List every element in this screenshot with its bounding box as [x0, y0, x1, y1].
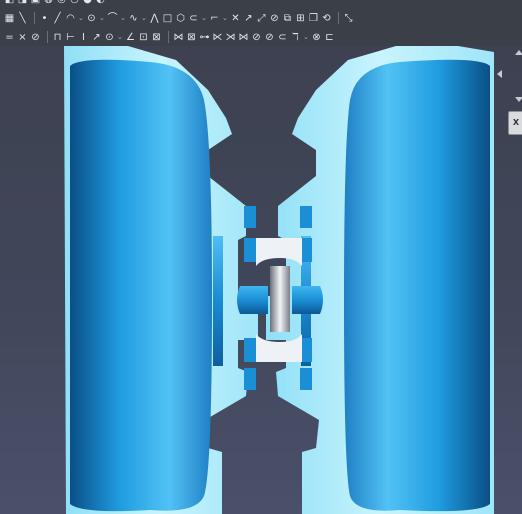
shaft[interactable]: [270, 266, 290, 332]
cube-arrow-left-icon[interactable]: [497, 70, 502, 78]
dropdown-arrow-icon[interactable]: ⌄: [201, 12, 207, 25]
line-icon[interactable]: ╱: [52, 12, 63, 25]
horizontal-distance-icon[interactable]: ⊢: [65, 31, 76, 44]
cube-arrow-down-icon[interactable]: [515, 97, 522, 102]
trim-icon[interactable]: ✕: [230, 12, 241, 25]
dropdown-arrow-icon[interactable]: ⌄: [303, 31, 309, 44]
toolbar-separator: [168, 31, 169, 43]
pad-icon[interactable]: ◨: [17, 0, 28, 6]
view-sketch-icon[interactable]: ▦: [4, 12, 15, 25]
fillet-sketch-icon[interactable]: ⌐: [209, 12, 220, 25]
extend-icon[interactable]: ↗: [243, 12, 254, 25]
wheel-left[interactable]: [70, 59, 212, 512]
split-icon[interactable]: ⤢: [256, 12, 267, 25]
select-redundant-icon[interactable]: ⋈: [238, 31, 249, 44]
fillet-icon[interactable]: ◔: [69, 0, 80, 6]
merge-sketch-icon[interactable]: ⊂: [277, 31, 288, 44]
reference-constraint-icon[interactable]: ⊠: [151, 31, 162, 44]
toolbar-sketcher-constraints: = × ⊘ ⊓ ⊢ I ↗ ⊙ ⌄ ∠ ⊡ ⊠ ⋈ ⊠ ⊶ ⋉ ⋊ ⋈ ⊘ ⊘ ⊂ ℸ ⌄ ⊗ ⊏: [0, 29, 522, 45]
navigation-cube[interactable]: X: [495, 108, 522, 138]
dropdown-arrow-icon[interactable]: ⌄: [222, 12, 228, 25]
3d-viewport[interactable]: X: [0, 46, 522, 514]
clone-icon[interactable]: ❐: [308, 12, 319, 25]
axle-bolt-right[interactable]: [292, 286, 323, 314]
dropdown-arrow-icon[interactable]: ⌄: [120, 12, 126, 25]
slot-upper-left[interactable]: [244, 238, 256, 262]
section-view-icon[interactable]: ⊏: [324, 31, 335, 44]
show-hide-icon[interactable]: ⊘: [251, 31, 262, 44]
carbon-copy-icon[interactable]: ⧉: [282, 12, 293, 25]
restore-view-icon[interactable]: ⊗: [311, 31, 322, 44]
conic-icon[interactable]: ⌒: [107, 12, 118, 25]
dropdown-arrow-icon[interactable]: ⌄: [78, 12, 84, 25]
hub-face-left[interactable]: [213, 236, 223, 366]
slot-lower-left[interactable]: [244, 338, 256, 362]
construction-mode-icon[interactable]: ⊞: [295, 12, 306, 25]
angle-constraint-icon[interactable]: ∠: [125, 31, 136, 44]
vertical-distance-icon[interactable]: I: [78, 31, 89, 44]
axle-bolt-left[interactable]: [237, 286, 268, 314]
toolbar-separator: [47, 31, 48, 43]
mirror-sketch-icon[interactable]: ℸ: [290, 31, 301, 44]
select-constraints-icon[interactable]: ⋈: [173, 31, 184, 44]
external-geometry-icon[interactable]: ⊘: [269, 12, 280, 25]
point-on-object-icon[interactable]: ×: [17, 31, 28, 44]
distance-constraint-icon[interactable]: ↗: [91, 31, 102, 44]
wheel-right[interactable]: [344, 59, 490, 512]
vertical-constraint-icon[interactable]: ⊘: [30, 31, 41, 44]
groove-icon[interactable]: ◎: [56, 0, 67, 6]
arc-icon[interactable]: ◠: [65, 12, 76, 25]
polygon-icon[interactable]: ⬡: [175, 12, 186, 25]
move-icon[interactable]: ⟲: [321, 12, 332, 25]
polyline-icon[interactable]: ⋀: [149, 12, 160, 25]
sketch-icon[interactable]: ◧: [4, 0, 15, 6]
pocket-upper-left[interactable]: [244, 206, 256, 228]
pocket-upper-right[interactable]: [300, 206, 312, 228]
toolbar-separator: [338, 12, 339, 24]
revolve-icon[interactable]: ◍: [43, 0, 54, 6]
select-origin-icon[interactable]: ⊠: [186, 31, 197, 44]
leave-sketch-icon[interactable]: ╲: [17, 12, 28, 25]
slot-icon[interactable]: ⊂: [188, 12, 199, 25]
dropdown-arrow-icon[interactable]: ⌄: [117, 31, 123, 44]
toolbar-area: ◧◨▣◍◎◔◕◐ ▦╲•╱◠⌄⊙⌄⌒⌄∿⌄⋀□⬡⊂⌄⌐⌄✕↗⤢⊘⧉⊞❐⟲⤡ =×…: [0, 0, 522, 46]
toolbar-partdesign: ◧◨▣◍◎◔◕◐: [0, 0, 522, 7]
chamfer-icon[interactable]: ◕: [82, 0, 93, 6]
select-conflicting-icon[interactable]: ⋊: [225, 31, 236, 44]
radius-constraint-icon[interactable]: ⊙: [104, 31, 115, 44]
nav-cube-icon[interactable]: X: [508, 111, 522, 135]
validate-sketch-icon[interactable]: ⊘: [264, 31, 275, 44]
bspline-icon[interactable]: ∿: [128, 12, 139, 25]
circle-icon[interactable]: ⊙: [86, 12, 97, 25]
toggle-construction-icon[interactable]: ⤡: [343, 12, 354, 25]
part-model[interactable]: [0, 46, 522, 514]
pocket-lower-right[interactable]: [300, 368, 312, 390]
cube-arrow-up-icon[interactable]: [515, 50, 522, 55]
toolbar-sketcher-geometry: ▦ ╲ • ╱ ◠ ⌄ ⊙ ⌄ ⌒ ⌄ ∿ ⌄ ⋀ □ ⬡ ⊂ ⌄ ⌐ ⌄ ✕ ↗ ⤢ ⊘ ⧉ ⊞ ❐ ⟲ ⤡: [0, 10, 522, 26]
toggle-driving-icon[interactable]: ⊡: [138, 31, 149, 44]
rectangle-icon[interactable]: □: [162, 12, 173, 25]
pocket-icon[interactable]: ▣: [30, 0, 41, 6]
point-icon[interactable]: •: [39, 12, 50, 25]
pocket-lower-left[interactable]: [244, 368, 256, 390]
coincident-constraint-icon[interactable]: =: [4, 31, 15, 44]
mirror-icon[interactable]: ◐: [95, 0, 106, 6]
dropdown-arrow-icon[interactable]: ⌄: [99, 12, 105, 25]
select-elements-icon[interactable]: ⋉: [212, 31, 223, 44]
lock-constraint-icon[interactable]: ⊓: [52, 31, 63, 44]
dropdown-arrow-icon[interactable]: ⌄: [141, 12, 147, 25]
select-axis-icon[interactable]: ⊶: [199, 31, 210, 44]
toolbar-separator: [34, 12, 35, 24]
